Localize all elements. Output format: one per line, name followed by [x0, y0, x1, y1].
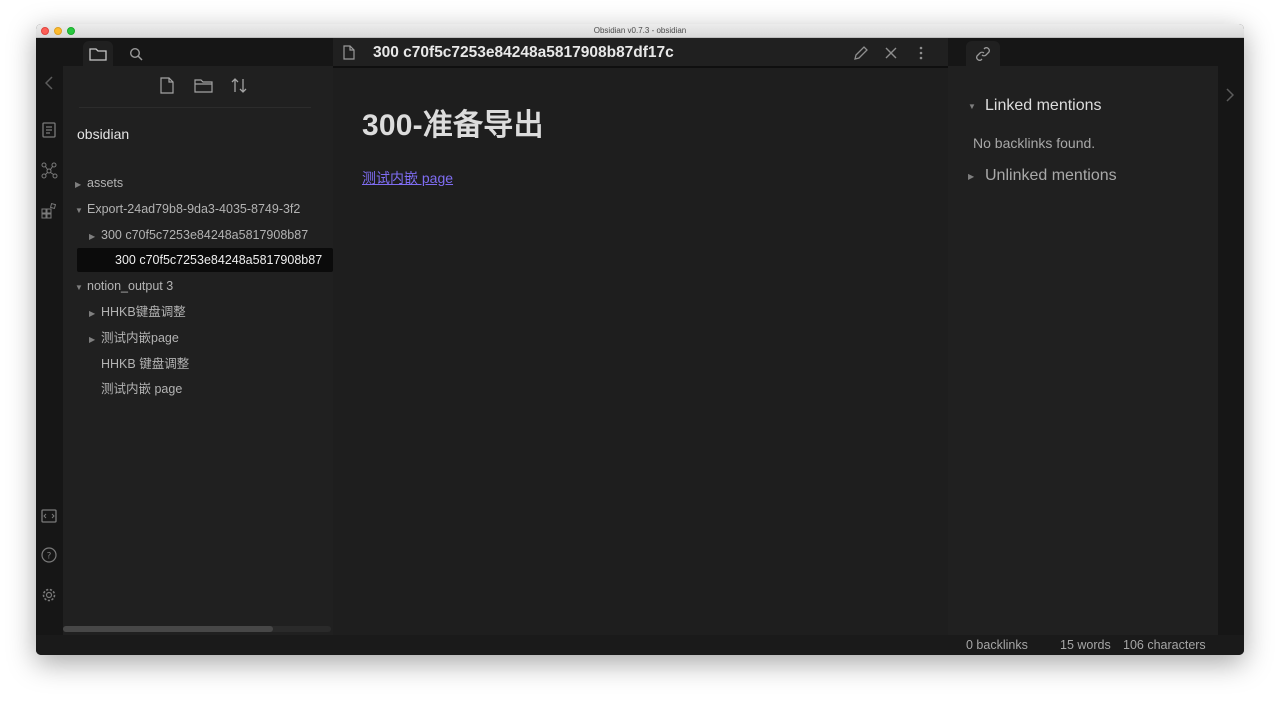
unlinked-caret-icon[interactable]: ▶	[968, 172, 974, 181]
vault-name[interactable]: obsidian	[77, 126, 129, 142]
chevron-right-icon[interactable]: ▶	[89, 328, 101, 350]
window-title: Obsidian v0.7.3 - obsidian	[593, 26, 687, 35]
chevron-right-icon[interactable]: ▶	[89, 225, 101, 247]
right-ribbon	[1218, 38, 1244, 635]
linked-caret-icon[interactable]: ▼	[968, 102, 976, 111]
tree-item-label: notion_output 3	[87, 279, 174, 294]
new-note-icon[interactable]	[157, 75, 177, 95]
tree-item-label: 300 c70f5c7253e84248a5817908b87	[115, 253, 323, 268]
tree-folder[interactable]: ▶ 测试内嵌page	[89, 326, 333, 350]
chevron-down-icon[interactable]: ▼	[75, 276, 87, 298]
collapse-left-icon[interactable]	[40, 74, 58, 92]
tree-item-label: 测试内嵌page	[101, 330, 179, 345]
document-heading: 300-准备导出	[362, 109, 544, 142]
tree-item-label: HHKB键盘调整	[101, 305, 186, 319]
file-explorer-tab[interactable]	[83, 41, 113, 66]
tree-file[interactable]: 测试内嵌 page	[89, 377, 333, 401]
tree-folder[interactable]: ▼ notion_output 3	[75, 274, 333, 298]
file-icon	[343, 45, 355, 65]
status-bar: 0 backlinks 15 words 106 characters	[36, 635, 1244, 655]
word-count: 15 words	[1060, 638, 1111, 652]
folder-icon	[89, 47, 107, 61]
left-sidebar: obsidian ▶ assets ▼ Export-24ad79b8-9da3-40…	[63, 38, 333, 635]
close-icon[interactable]	[882, 44, 900, 62]
backlinks-tab[interactable]	[966, 41, 1000, 66]
command-palette-icon[interactable]	[40, 507, 58, 525]
scrollbar-thumb[interactable]	[63, 626, 273, 632]
linked-mentions-title[interactable]: Linked mentions	[985, 97, 1102, 115]
tree-item-label: 测试内嵌 page	[101, 382, 183, 397]
obsidian-window: Obsidian v0.7.3 - obsidian ? obsidian ▶ …	[36, 24, 1244, 655]
new-folder-icon[interactable]	[193, 75, 213, 95]
search-tab[interactable]	[121, 41, 151, 66]
collapse-right-icon[interactable]	[1226, 88, 1235, 105]
divider	[79, 107, 311, 108]
tree-file[interactable]: HHKB 键盘调整	[89, 352, 333, 376]
right-sidebar: ▼ Linked mentions No backlinks found. ▶ …	[948, 38, 1218, 635]
tree-item-label: HHKB 键盘调整	[101, 356, 190, 371]
plugins-icon[interactable]	[40, 202, 58, 220]
sort-icon[interactable]	[229, 75, 249, 95]
tree-folder[interactable]: ▶ 300 c70f5c7253e84248a5817908b87	[89, 223, 333, 247]
chevron-down-icon[interactable]: ▼	[75, 199, 87, 221]
settings-icon[interactable]	[40, 586, 58, 604]
title-bar: Obsidian v0.7.3 - obsidian	[36, 24, 1244, 38]
edit-icon[interactable]	[852, 44, 870, 62]
graph-view-icon[interactable]	[40, 161, 58, 179]
open-note-icon[interactable]	[40, 121, 58, 139]
left-sidebar-tabs	[63, 38, 333, 66]
character-count: 106 characters	[1123, 638, 1206, 652]
no-backlinks-text: No backlinks found.	[973, 135, 1096, 151]
right-sidebar-tabs	[948, 38, 1218, 66]
link-icon	[976, 46, 990, 61]
editor-pane: 300 c70f5c7253e84248a5817908b87df17c 300…	[333, 38, 948, 635]
tree-item-label: Export-24ad79b8-9da3-4035-8749-3f2	[87, 201, 301, 216]
chevron-right-icon[interactable]: ▶	[75, 173, 87, 195]
svg-text:?: ?	[47, 552, 52, 562]
left-ribbon: ?	[36, 38, 63, 635]
more-icon[interactable]	[912, 44, 930, 62]
tree-folder[interactable]: ▶ HHKB键盘调整	[89, 300, 333, 324]
internal-link[interactable]: 测试内嵌 page	[362, 168, 453, 188]
unlinked-mentions-title[interactable]: Unlinked mentions	[985, 167, 1117, 185]
chevron-right-icon[interactable]: ▶	[89, 302, 101, 324]
backlinks-count: 0 backlinks	[966, 638, 1028, 652]
horizontal-scrollbar[interactable]	[63, 626, 331, 632]
editor-header: 300 c70f5c7253e84248a5817908b87df17c	[333, 38, 948, 68]
tree-folder[interactable]: ▶ assets	[75, 171, 333, 195]
file-explorer-actions	[63, 70, 333, 100]
tree-item-label: assets	[87, 176, 124, 190]
search-icon	[129, 47, 143, 61]
help-icon[interactable]: ?	[40, 546, 58, 564]
tree-file[interactable]: 300 c70f5c7253e84248a5817908b87	[77, 248, 333, 273]
tree-folder[interactable]: ▼ Export-24ad79b8-9da3-4035-8749-3f2	[75, 197, 333, 221]
tree-item-label: 300 c70f5c7253e84248a5817908b87	[101, 227, 309, 242]
note-title: 300 c70f5c7253e84248a5817908b87df17c	[373, 44, 674, 61]
